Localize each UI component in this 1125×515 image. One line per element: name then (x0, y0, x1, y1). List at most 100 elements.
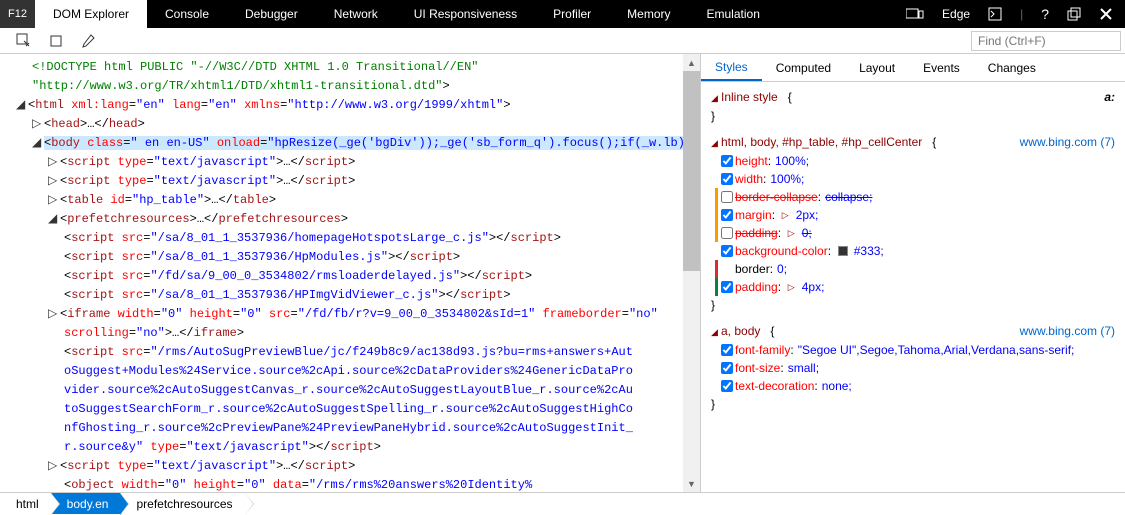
css-property[interactable]: border:0; (721, 260, 1115, 278)
tab-styles[interactable]: Styles (701, 54, 762, 81)
css-property[interactable]: padding: ▷0; (721, 224, 1115, 242)
breadcrumb-item-active[interactable]: body.en (51, 493, 121, 514)
help-icon[interactable]: ? (1035, 0, 1055, 28)
css-property[interactable]: width:100%; (721, 170, 1115, 188)
vertical-scrollbar[interactable]: ▲ ▼ (683, 54, 700, 492)
close-icon[interactable] (1093, 0, 1119, 28)
breadcrumb-item[interactable]: prefetchresources (120, 493, 244, 514)
find-input[interactable] (971, 31, 1121, 51)
tab-console[interactable]: Console (147, 0, 227, 28)
expander-icon[interactable]: ◢ (48, 210, 60, 229)
top-right-icons: Edge | ? (900, 0, 1125, 28)
expander-icon[interactable]: ▷ (32, 115, 44, 134)
css-property[interactable]: font-size:small; (721, 359, 1115, 377)
color-swatch[interactable] (838, 246, 848, 256)
expander-icon[interactable]: ▷ (48, 305, 60, 324)
property-toggle[interactable] (721, 209, 733, 221)
css-property[interactable]: padding: ▷4px; (721, 278, 1115, 296)
select-element-icon[interactable] (8, 28, 40, 53)
css-property[interactable]: background-color: #333; (721, 242, 1115, 260)
css-property[interactable]: border-collapse:collapse; (721, 188, 1115, 206)
styles-panel: Styles Computed Layout Events Changes a:… (700, 54, 1125, 492)
property-toggle[interactable] (721, 227, 733, 239)
scroll-up-icon[interactable]: ▲ (683, 54, 700, 71)
script-tag[interactable]: script (71, 250, 114, 264)
toolbar (0, 28, 1125, 54)
collapse-icon[interactable]: ◢ (711, 134, 719, 152)
breadcrumb-item[interactable]: html (0, 493, 51, 514)
property-toggle[interactable] (721, 344, 733, 356)
top-menu-bar: F12 DOM Explorer Console Debugger Networ… (0, 0, 1125, 28)
tab-network[interactable]: Network (316, 0, 396, 28)
tab-events[interactable]: Events (909, 54, 974, 81)
tab-profiler[interactable]: Profiler (535, 0, 609, 28)
doctype-line2[interactable]: "http://www.w3.org/TR/xhtml1/DTD/xhtml1-… (32, 79, 442, 93)
css-property[interactable]: height:100%; (721, 152, 1115, 170)
tab-memory[interactable]: Memory (609, 0, 688, 28)
css-property[interactable]: font-family:"Segoe UI",Segoe,Tahoma,Aria… (721, 341, 1115, 359)
property-toggle[interactable] (721, 155, 733, 167)
property-toggle[interactable] (721, 281, 733, 293)
dom-tree-panel: <!DOCTYPE html PUBLIC "-//W3C//DTD XHTML… (0, 54, 700, 492)
body-element-selected[interactable]: <body class=" en en-US" onload="hpResize… (44, 136, 700, 150)
property-toggle[interactable] (721, 191, 733, 203)
doctype-line1[interactable]: <!DOCTYPE html PUBLIC "-//W3C//DTD XHTML… (32, 60, 478, 74)
source-link[interactable]: www.bing.com (7) (1020, 133, 1115, 151)
dom-tree[interactable]: <!DOCTYPE html PUBLIC "-//W3C//DTD XHTML… (0, 54, 700, 492)
expander-icon[interactable]: ▷ (48, 457, 60, 476)
edge-label: Edge (936, 0, 976, 28)
script-tag[interactable]: script (71, 345, 114, 359)
expander-icon[interactable]: ▷ (48, 172, 60, 191)
expander-icon[interactable]: ▷ (48, 153, 60, 172)
tab-layout[interactable]: Layout (845, 54, 909, 81)
unpin-icon[interactable] (1061, 0, 1087, 28)
styles-content[interactable]: a: ◢Inline style { } www.bing.com (7) ◢h… (701, 82, 1125, 492)
script-tag[interactable]: script (67, 155, 110, 169)
head-tag[interactable]: head (51, 117, 80, 131)
property-toggle[interactable] (721, 173, 733, 185)
expand-icon[interactable]: ▷ (788, 224, 796, 242)
property-toggle[interactable] (721, 380, 733, 392)
expander-icon[interactable]: ◢ (32, 134, 44, 153)
script-tag[interactable]: script (67, 459, 110, 473)
tab-computed[interactable]: Computed (762, 54, 845, 81)
expand-icon[interactable]: ▷ (788, 278, 796, 296)
tab-debugger[interactable]: Debugger (227, 0, 316, 28)
script-tag[interactable]: script (71, 288, 114, 302)
scroll-thumb[interactable] (683, 71, 700, 271)
console-icon[interactable] (982, 0, 1008, 28)
script-tag[interactable]: script (67, 174, 110, 188)
html-tag[interactable]: html (35, 98, 64, 112)
tab-dom-explorer[interactable]: DOM Explorer (35, 0, 147, 28)
table-tag[interactable]: table (67, 193, 103, 207)
property-toggle[interactable] (721, 362, 733, 374)
source-link[interactable]: www.bing.com (7) (1020, 322, 1115, 340)
tab-emulation[interactable]: Emulation (689, 0, 778, 28)
rule-selector[interactable]: html, body, #hp_table, #hp_cellCenter (721, 135, 922, 149)
script-tag[interactable]: script (71, 231, 114, 245)
expand-icon[interactable]: ▷ (782, 206, 790, 224)
object-tag[interactable]: object (71, 478, 114, 492)
css-property[interactable]: margin: ▷2px; (721, 206, 1115, 224)
script-tag[interactable]: script (71, 269, 114, 283)
expander-icon[interactable]: ◢ (16, 96, 28, 115)
scroll-down-icon[interactable]: ▼ (683, 475, 700, 492)
tab-changes[interactable]: Changes (974, 54, 1050, 81)
expander-icon[interactable]: ▷ (48, 191, 60, 210)
css-property[interactable]: text-decoration:none; (721, 377, 1115, 395)
collapse-icon[interactable]: ◢ (711, 89, 719, 107)
breadcrumb-bar: html body.en prefetchresources (0, 492, 1125, 514)
color-picker-icon[interactable] (72, 28, 104, 53)
highlight-icon[interactable] (40, 28, 72, 53)
collapse-icon[interactable]: ◢ (711, 323, 719, 341)
device-icon[interactable] (900, 0, 930, 28)
property-toggle[interactable] (721, 245, 733, 257)
separator: | (1014, 0, 1029, 28)
styles-tabs: Styles Computed Layout Events Changes (701, 54, 1125, 82)
iframe-tag[interactable]: iframe (67, 307, 110, 321)
f12-label: F12 (0, 0, 35, 28)
rule-selector[interactable]: a, body (721, 324, 760, 338)
tab-ui-responsiveness[interactable]: UI Responsiveness (396, 0, 535, 28)
inline-style-selector[interactable]: Inline style (721, 90, 778, 104)
prefetchresources-tag[interactable]: prefetchresources (67, 212, 189, 226)
